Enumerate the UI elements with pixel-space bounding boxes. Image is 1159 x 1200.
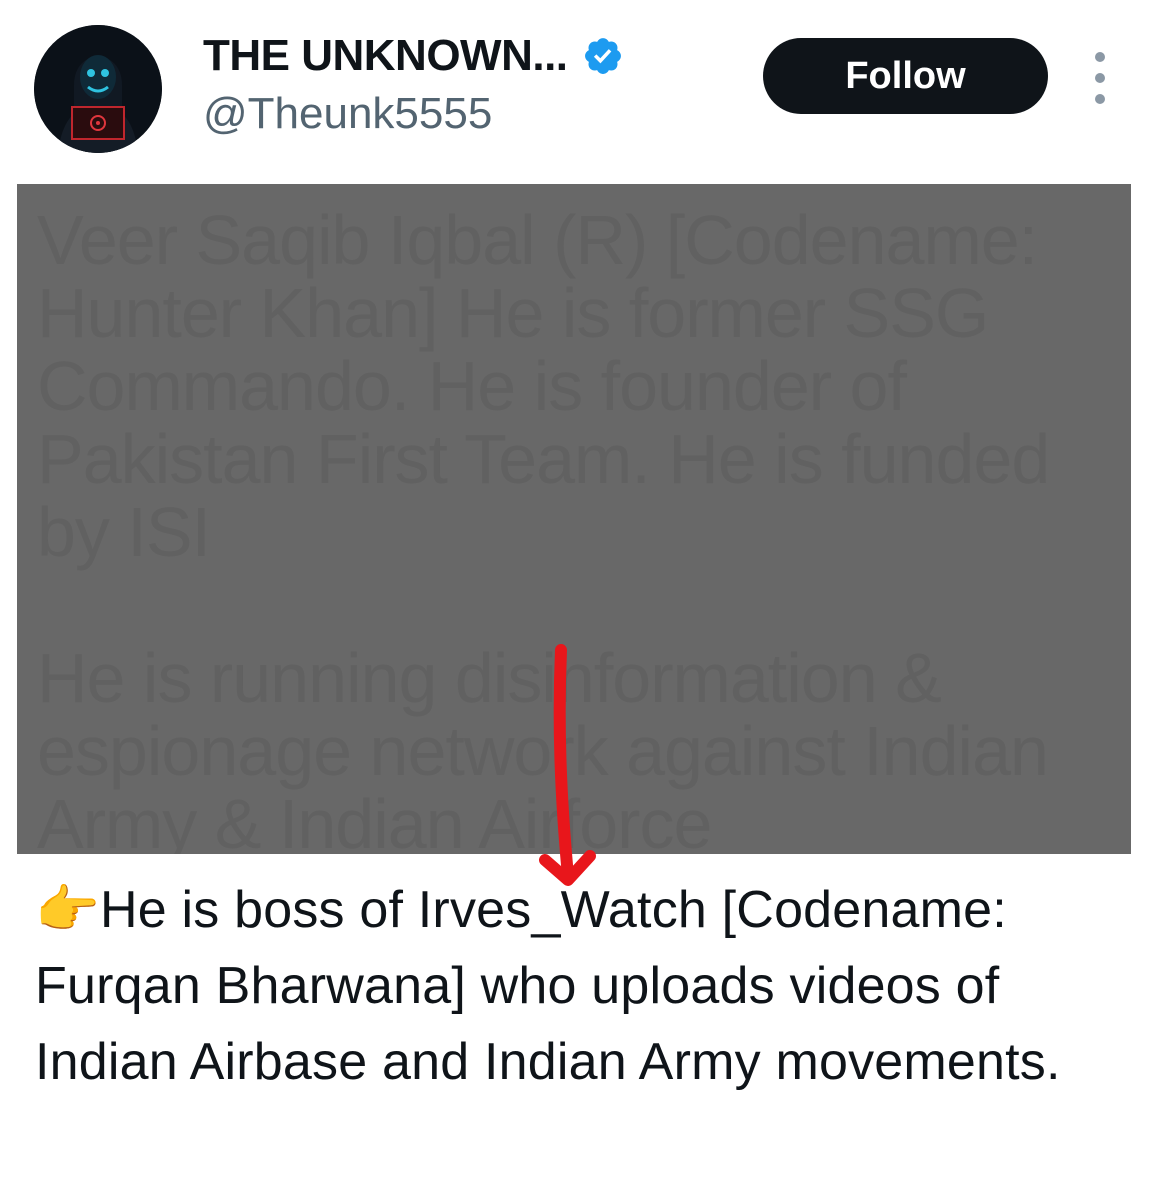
hacker-avatar-icon (34, 25, 162, 153)
tweet-text-content: He is boss of Irves_Watch [Codename: Fur… (35, 881, 1061, 1091)
more-vertical-icon[interactable] (1088, 52, 1112, 104)
pointing-hand-emoji: 👉 (35, 880, 100, 940)
avatar[interactable] (34, 25, 162, 153)
user-handle[interactable]: @Theunk5555 (203, 88, 624, 140)
obscured-text: Veer Saqib Iqbal (R) [Codename: Hunter K… (37, 201, 1050, 855)
verified-badge-icon (584, 38, 621, 74)
tweet-text: 👉He is boss of Irves_Watch [Codename: Fu… (35, 872, 1135, 1100)
obscured-media[interactable]: Veer Saqib Iqbal (R) [Codename: Hunter K… (17, 184, 1131, 854)
display-name[interactable]: THE UNKNOWN... (203, 30, 568, 82)
follow-button[interactable]: Follow (763, 38, 1048, 114)
